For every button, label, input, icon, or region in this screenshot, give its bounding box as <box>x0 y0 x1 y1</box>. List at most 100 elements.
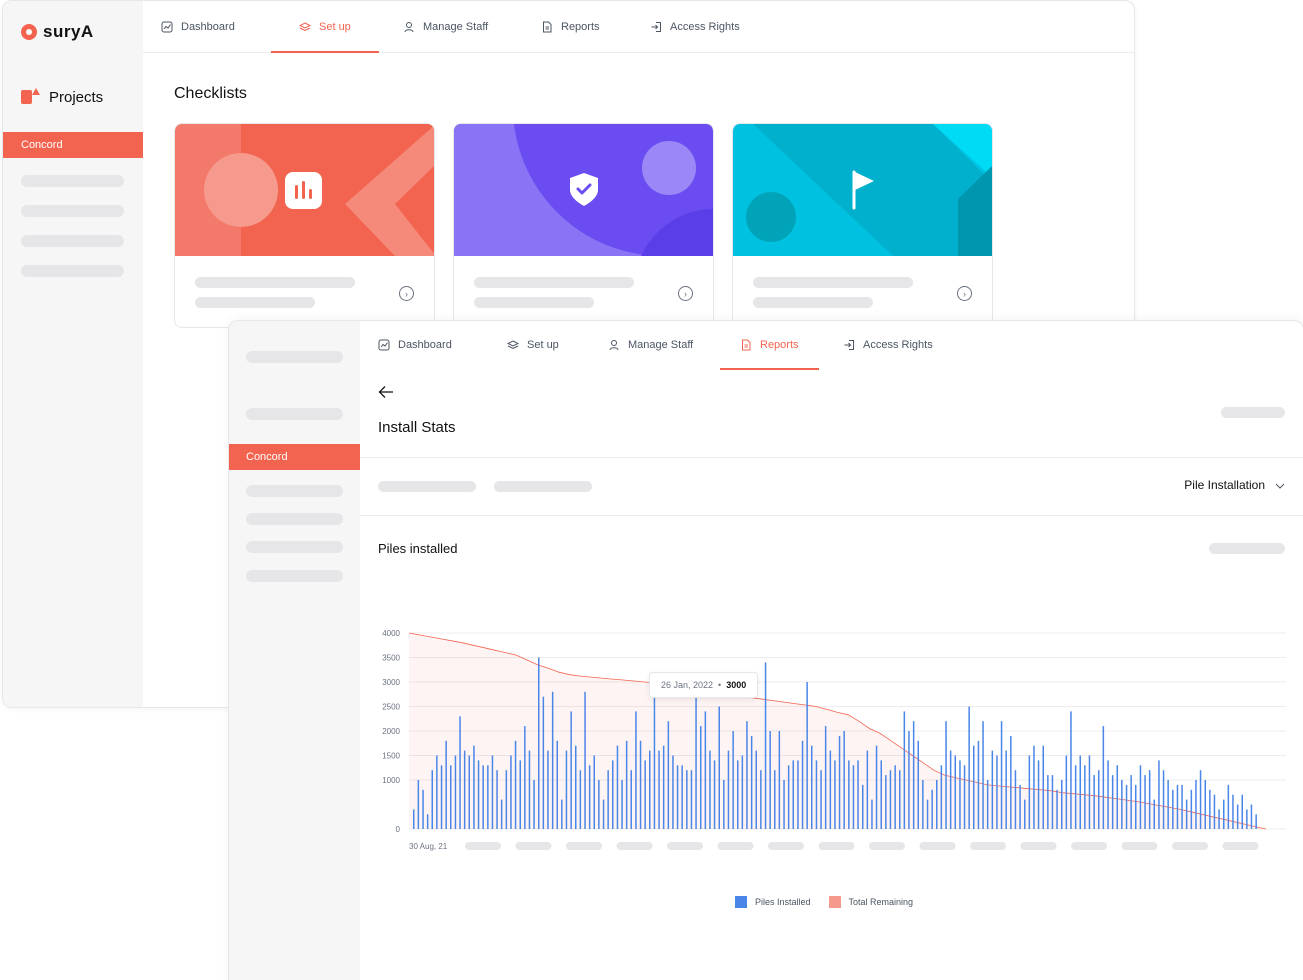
bar <box>1167 780 1169 829</box>
x-tick-placeholder <box>667 842 703 850</box>
tooltip-value: 3000 <box>726 680 747 690</box>
bar <box>667 721 670 829</box>
bar <box>1181 784 1183 829</box>
bar <box>542 696 545 829</box>
x-tick-placeholder <box>1020 842 1057 850</box>
card-title-placeholder <box>753 277 913 288</box>
bar <box>672 755 674 829</box>
bar <box>973 745 975 829</box>
checklist-card[interactable]: › <box>732 123 993 328</box>
bar <box>908 731 910 829</box>
sidebar-item-concord[interactable]: Concord <box>3 132 143 158</box>
tab-dashboard[interactable]: Dashboard <box>161 1 235 52</box>
document-icon <box>541 21 553 33</box>
y-tick-label: 1500 <box>382 752 400 761</box>
bar <box>463 750 466 829</box>
bar <box>968 706 970 829</box>
bar <box>1121 780 1123 829</box>
bar <box>491 755 494 829</box>
bar <box>551 691 554 829</box>
bar <box>649 750 651 829</box>
bar <box>653 686 656 829</box>
card-subtitle-placeholder <box>195 297 315 308</box>
checklist-card[interactable]: › <box>453 123 714 328</box>
bar <box>834 760 836 829</box>
bar <box>1056 789 1058 829</box>
divider <box>360 515 1303 516</box>
bar <box>1116 765 1118 829</box>
bar <box>579 770 582 829</box>
chevron-down-icon <box>1275 478 1285 492</box>
tab-dashboard[interactable]: Dashboard <box>378 321 452 369</box>
back-arrow-icon[interactable] <box>378 385 394 404</box>
chevron-right-icon[interactable]: › <box>957 286 972 301</box>
bar <box>801 740 804 829</box>
bar <box>1125 784 1128 829</box>
legend-item-total-remaining[interactable]: Total Remaining <box>828 896 913 908</box>
bar <box>949 750 952 829</box>
bar <box>1144 775 1146 829</box>
card-title-placeholder <box>195 277 355 288</box>
tab-label: Manage Staff <box>628 339 694 351</box>
report-type-dropdown[interactable]: Pile Installation <box>1184 478 1285 492</box>
bar <box>1033 745 1035 829</box>
tab-setup[interactable]: Set up <box>271 1 379 53</box>
x-tick-placeholder <box>1172 842 1208 850</box>
bar <box>514 740 517 829</box>
bar <box>797 760 799 829</box>
x-tick-placeholder <box>717 842 754 850</box>
bar <box>528 750 531 829</box>
dropdown-value: Pile Installation <box>1184 478 1265 492</box>
bar <box>487 765 489 829</box>
tab-reports[interactable]: Reports <box>720 321 819 370</box>
bar <box>1199 770 1202 829</box>
sidebar-item-concord[interactable]: Concord <box>229 444 360 470</box>
bar <box>903 711 906 829</box>
bar <box>977 740 980 829</box>
bar <box>848 760 850 829</box>
projects-header: Projects <box>21 88 103 106</box>
y-tick-label: 0 <box>396 825 401 834</box>
active-tab-indicator <box>720 368 819 370</box>
checklist-card[interactable]: › <box>174 123 435 328</box>
bar <box>792 760 794 829</box>
chevron-right-icon[interactable]: › <box>678 286 693 301</box>
tab-manage-staff[interactable]: Manage Staff <box>608 321 693 369</box>
sidebar-item-placeholder <box>21 235 124 247</box>
bar <box>440 765 443 829</box>
bar <box>959 760 961 829</box>
bar <box>1162 770 1165 829</box>
chart-legend: Piles Installed Total Remaining <box>735 896 913 908</box>
tab-access-rights[interactable]: Access Rights <box>843 321 933 369</box>
bar <box>1255 814 1257 829</box>
legend-item-piles-installed[interactable]: Piles Installed <box>735 896 811 908</box>
bar <box>473 745 475 829</box>
tab-reports[interactable]: Reports <box>541 1 600 52</box>
sidebar-item-placeholder <box>246 513 343 525</box>
bar <box>912 721 915 829</box>
bar <box>1241 794 1243 829</box>
bar <box>621 780 623 829</box>
tab-manage-staff[interactable]: Manage Staff <box>403 1 488 52</box>
bar <box>482 765 484 829</box>
bar <box>662 745 665 829</box>
bar <box>547 750 549 829</box>
bar <box>561 799 563 829</box>
user-icon <box>403 21 415 33</box>
bar <box>755 750 757 829</box>
brand-name: suryA <box>43 22 94 41</box>
x-tick-label: 30 Aug, 21 <box>409 842 448 851</box>
x-tick-placeholder <box>616 842 653 850</box>
bar <box>1148 770 1151 829</box>
brand-logo[interactable]: suryA <box>21 22 94 42</box>
x-tick-placeholder <box>1121 842 1158 850</box>
active-tab-indicator <box>271 51 379 53</box>
bar <box>986 780 989 829</box>
bar <box>1158 760 1160 829</box>
bar <box>732 731 734 829</box>
tab-label: Manage Staff <box>423 20 489 33</box>
chevron-right-icon[interactable]: › <box>399 286 414 301</box>
tab-setup[interactable]: Set up <box>507 321 559 369</box>
bar <box>676 765 679 829</box>
tab-access-rights[interactable]: Access Rights <box>650 1 740 52</box>
